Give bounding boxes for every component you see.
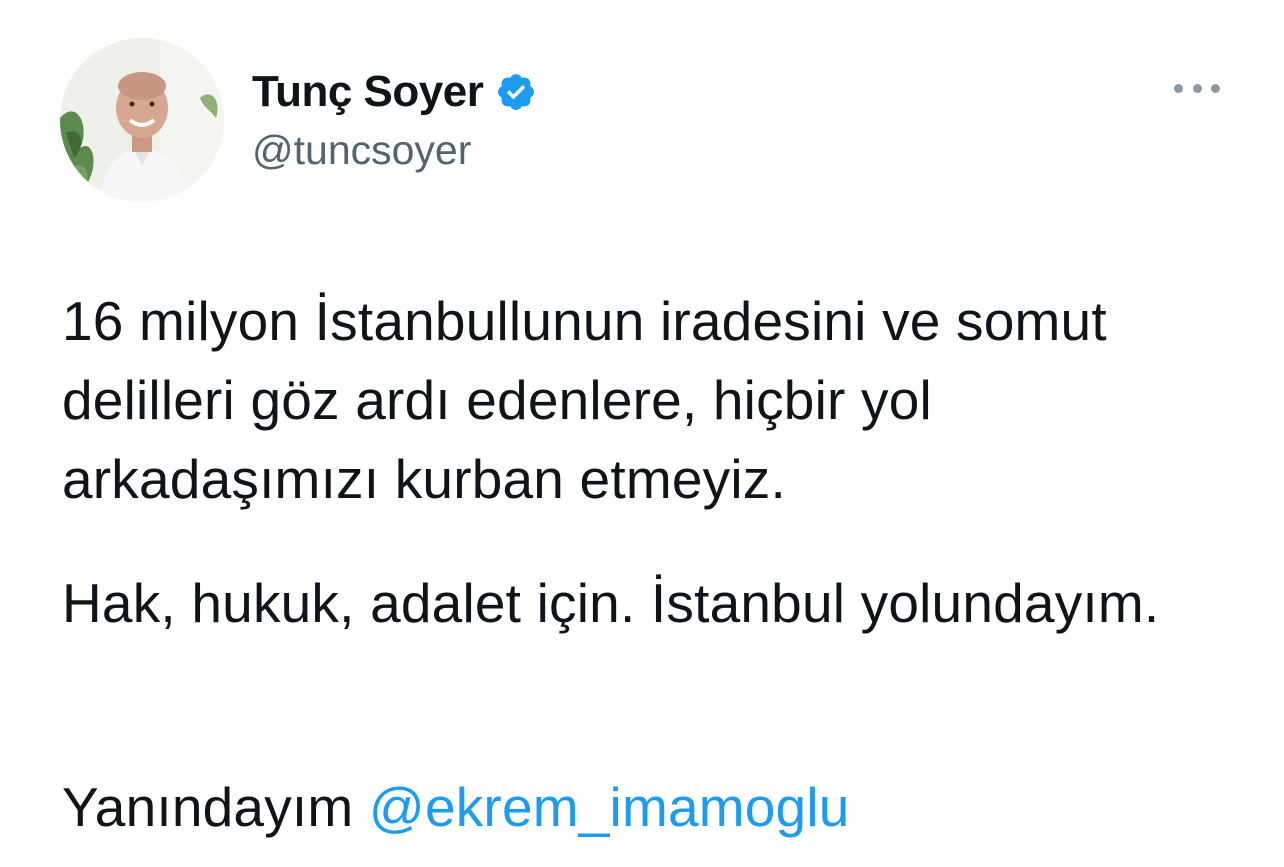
more-options-icon[interactable] <box>1174 78 1220 98</box>
dot <box>1211 83 1220 93</box>
mention-link[interactable]: @ekrem_imamoglu <box>369 776 850 838</box>
profile-photo <box>60 38 224 202</box>
tweet-paragraph-3-text: Yanındayım <box>62 776 369 838</box>
author-name-row[interactable]: Tunç Soyer <box>252 62 537 122</box>
tweet-paragraph-1: 16 milyon İstanbullunun iradesini ve som… <box>62 290 1107 510</box>
tweet-card: Tunç Soyer @tuncsoyer 16 milyon İstanbul… <box>0 0 1284 867</box>
author-handle[interactable]: @tuncsoyer <box>252 122 471 178</box>
verified-badge-icon <box>495 71 537 113</box>
dot <box>1192 83 1202 93</box>
dot <box>1174 83 1183 93</box>
tweet-paragraph-2: Hak, hukuk, adalet için. İstanbul yolund… <box>62 572 1160 634</box>
author-display-name[interactable]: Tunç Soyer <box>252 62 484 122</box>
avatar[interactable] <box>60 38 224 202</box>
tweet-paragraph-3: Yanındayım @ekrem_imamoglu <box>62 768 1252 847</box>
